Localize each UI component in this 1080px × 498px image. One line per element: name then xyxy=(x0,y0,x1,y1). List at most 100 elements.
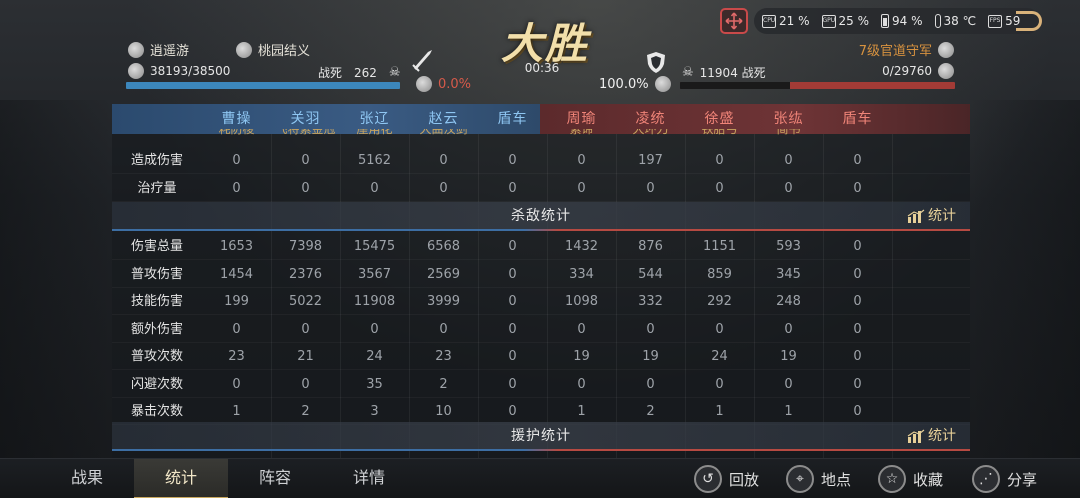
stat-cell: 0 xyxy=(853,294,862,309)
stat-cell: 1 xyxy=(577,404,586,419)
left-troop-bar xyxy=(126,82,400,89)
right-bar-lost xyxy=(790,82,955,89)
stats-chart-link[interactable]: 统计 xyxy=(907,422,956,450)
hero-column-header[interactable]: 盾车 xyxy=(823,108,892,128)
stat-cell: 23 xyxy=(435,349,452,364)
hero-column-header[interactable]: 曹操 xyxy=(202,108,271,128)
stat-cell: 0 xyxy=(508,239,517,254)
stat-cell: 0 xyxy=(715,321,724,337)
stat-cell: 3999 xyxy=(426,294,461,309)
stat-cell: 593 xyxy=(776,239,801,254)
stat-cell: 332 xyxy=(638,294,663,309)
stat-cell: 2 xyxy=(646,404,655,419)
stat-cell: 0 xyxy=(853,180,862,196)
stat-cell: 0 xyxy=(853,404,862,419)
right-loss-rate: 100.0% xyxy=(599,76,671,92)
table-row: 造成伤害 0 0 5162 0 0 0 197 0 0 0 xyxy=(112,147,970,174)
stat-cell: 0 xyxy=(439,321,448,337)
stats-chart-link[interactable]: 统计 xyxy=(907,202,956,230)
stat-cell: 3567 xyxy=(357,266,392,282)
temperature-value: 38 ℃ xyxy=(943,14,977,28)
stat-cell: 0 xyxy=(646,376,655,392)
stat-cell: 0 xyxy=(508,180,517,196)
right-dead: ☠ 11904 战死 xyxy=(682,64,766,81)
hero-column-header[interactable]: 张辽 xyxy=(340,108,409,128)
statistics-table[interactable]: 曹操耗防棱关羽飞将紫金冠张辽崖甪花赵云大曲汉剑盾车周瑜紫谛凌统大环刀徐盛铁胎弓张… xyxy=(112,104,970,458)
location-button[interactable]: ⌖ 地点 xyxy=(786,464,851,494)
stat-cell: 0 xyxy=(508,153,517,168)
hero-item-name: 铁胎弓 xyxy=(685,129,754,135)
action-label: 地点 xyxy=(821,470,852,489)
hero-column-header[interactable]: 徐盛 xyxy=(685,108,754,128)
stat-cell: 292 xyxy=(707,294,732,309)
stat-cell: 19 xyxy=(573,349,590,364)
battle-timer: 00:36 xyxy=(524,61,560,75)
loss-rate-icon xyxy=(654,76,671,92)
row-label: 暴击次数 xyxy=(130,404,183,419)
hero-column-header[interactable]: 赵云 xyxy=(409,108,478,128)
action-label: 收藏 xyxy=(913,470,944,489)
move-overlay-button[interactable] xyxy=(720,8,748,34)
tab-1[interactable]: 战果 xyxy=(40,459,134,498)
stat-cell: 0 xyxy=(232,180,241,196)
hero-item-name: 飞将紫金冠 xyxy=(271,129,340,135)
stat-cell: 0 xyxy=(853,266,862,282)
right-commander[interactable]: 7级官道守军 xyxy=(859,40,954,59)
table-row: 伤害总量 1653 7398 15475 6568 0 1432 876 1151 593 0 xyxy=(112,233,970,260)
battery-value: 94 % xyxy=(892,14,923,28)
hero-column-header[interactable]: 张纮 xyxy=(754,108,823,128)
replay-button[interactable]: ↺ 回放 xyxy=(694,464,759,494)
row-label: 治疗量 xyxy=(137,180,177,196)
hero-column-header[interactable]: 盾车 xyxy=(478,108,547,128)
stat-cell: 0 xyxy=(439,180,448,196)
section-title: 杀敌统计 xyxy=(511,208,571,224)
stat-cell: 0 xyxy=(853,376,862,392)
stat-cell: 0 xyxy=(301,321,310,337)
hero-column-header[interactable]: 关羽 xyxy=(271,108,340,128)
stat-cell: 248 xyxy=(776,294,801,309)
stat-cell: 0 xyxy=(646,321,655,337)
move-arrows-icon xyxy=(725,12,743,30)
stat-cell: 0 xyxy=(853,349,862,364)
cpu-icon: CPU xyxy=(762,14,776,28)
table-row: 技能伤害 199 5022 11908 3999 0 1098 332 292 248 0 xyxy=(112,288,970,315)
share-icon: ⋰ xyxy=(972,465,1000,493)
action-label: 分享 xyxy=(1007,470,1038,489)
stats-link-label: 统计 xyxy=(928,208,956,224)
row-label: 普攻伤害 xyxy=(130,266,183,282)
action-label: 回放 xyxy=(729,470,760,489)
hero-item-text: 紫谛 xyxy=(569,129,593,135)
tab-2[interactable]: 统计 xyxy=(134,459,228,498)
hero-column-header[interactable]: 周瑜 xyxy=(547,108,616,128)
share-button[interactable]: ⋰ 分享 xyxy=(972,464,1037,494)
bottom-navigation: 战果 统计 阵容 详情 ↺ 回放 ⌖ 地点 ☆ 收藏 ⋰ 分享 xyxy=(0,458,1080,498)
tab-4[interactable]: 详情 xyxy=(322,459,416,498)
star-button[interactable]: ☆ 收藏 xyxy=(878,464,943,494)
hero-item-text: 飞将紫金冠 xyxy=(275,129,335,135)
row-label: 普攻次数 xyxy=(130,349,183,364)
stat-cell: 0 xyxy=(646,180,655,196)
cpu-stat: CPU 21 % xyxy=(762,14,810,28)
fps-icon: FPS xyxy=(988,14,1003,28)
left-team[interactable]: 桃园结义 xyxy=(236,40,310,59)
left-commander[interactable]: 逍遥游 xyxy=(128,40,189,59)
player-avatar-icon xyxy=(128,41,144,58)
stat-cell: 1432 xyxy=(564,239,599,254)
stat-cell: 3 xyxy=(370,404,379,419)
troops-icon xyxy=(938,63,954,79)
stat-cell: 0 xyxy=(301,153,310,168)
stat-cell: 0 xyxy=(508,404,517,419)
stat-cell: 0 xyxy=(508,266,517,282)
row-label: 额外伤害 xyxy=(130,321,183,337)
stat-cell: 876 xyxy=(638,239,663,254)
cpu-value: 21 % xyxy=(779,14,810,28)
stat-cell: 6568 xyxy=(426,239,461,254)
row-label: 技能伤害 xyxy=(130,294,183,309)
tab-3[interactable]: 阵容 xyxy=(228,459,322,498)
right-commander-name: 7级官道守军 xyxy=(858,44,932,59)
hero-column-header[interactable]: 凌统 xyxy=(616,108,685,128)
stat-cell: 0 xyxy=(577,321,586,337)
monitor-collapse-handle[interactable] xyxy=(1016,11,1042,31)
stat-cell: 197 xyxy=(638,153,663,168)
stat-cell: 0 xyxy=(232,153,241,168)
